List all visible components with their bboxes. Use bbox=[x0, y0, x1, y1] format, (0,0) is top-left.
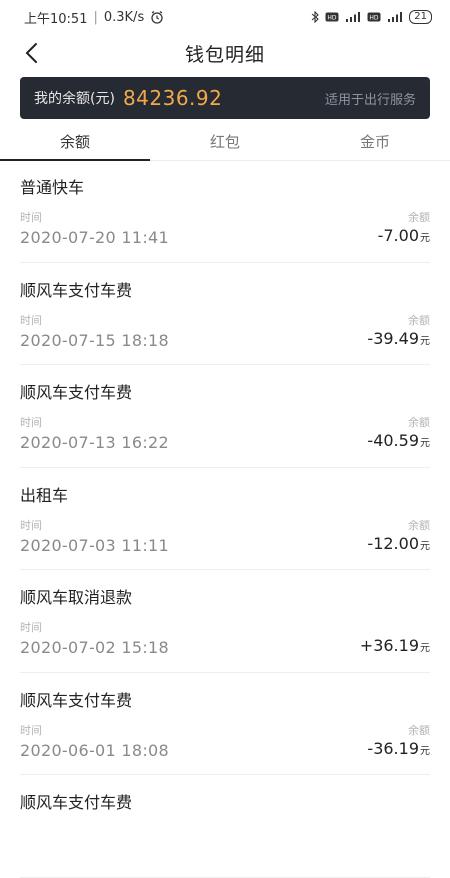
svg-text:HD: HD bbox=[370, 15, 380, 22]
time-label: 时间 bbox=[20, 416, 42, 429]
transaction-title: 顺风车支付车费 bbox=[20, 690, 133, 710]
time-label: 时间 bbox=[20, 621, 42, 634]
transaction-time: 2020-07-20 11:41 bbox=[20, 228, 169, 247]
transaction-amount: +36.19元 bbox=[359, 636, 430, 655]
transaction-row[interactable]: 顺风车支付车费 bbox=[20, 775, 430, 878]
transaction-row[interactable]: 出租车 时间 余额 2020-07-03 11:11 -12.00元 bbox=[20, 468, 430, 570]
transaction-title: 顺风车支付车费 bbox=[20, 793, 133, 812]
transaction-amount: -36.19元 bbox=[367, 738, 430, 758]
transaction-title: 出租车 bbox=[20, 485, 69, 505]
currency-unit: 元 bbox=[420, 335, 430, 347]
transaction-amount: -40.59元 bbox=[367, 431, 430, 450]
transaction-amount: -39.49元 bbox=[367, 328, 430, 348]
tab-balance[interactable]: 余额 bbox=[0, 122, 150, 161]
currency-unit: 元 bbox=[420, 745, 430, 757]
back-button[interactable] bbox=[18, 38, 44, 68]
tab-bar: 余额 红包 金币 bbox=[0, 122, 450, 161]
balance-col-label: 余额 bbox=[408, 211, 430, 224]
currency-unit: 元 bbox=[420, 643, 430, 654]
transaction-time: 2020-07-15 18:18 bbox=[20, 330, 169, 350]
status-bar: 上午10:51 | 0.3K/s HD HD 21 bbox=[0, 0, 450, 34]
bluetooth-icon bbox=[311, 11, 320, 23]
time-label: 时间 bbox=[20, 313, 42, 327]
balance-col-label: 余额 bbox=[408, 518, 430, 532]
balance-label: 我的余额(元) bbox=[34, 91, 115, 107]
nav-bar: 钱包明细 bbox=[0, 34, 450, 72]
transaction-title: 普通快车 bbox=[20, 178, 85, 197]
status-time: 上午10:51 bbox=[24, 11, 88, 27]
currency-unit: 元 bbox=[420, 233, 430, 244]
status-divider: | bbox=[93, 9, 98, 25]
balance-col-label: 余额 bbox=[408, 723, 430, 737]
transaction-title: 顺风车支付车费 bbox=[20, 280, 133, 300]
svg-text:HD: HD bbox=[328, 15, 338, 22]
tab-red-packet[interactable]: 红包 bbox=[150, 122, 300, 160]
alarm-icon bbox=[150, 10, 164, 24]
transaction-time: 2020-06-01 18:08 bbox=[20, 740, 169, 760]
currency-unit: 元 bbox=[420, 438, 430, 449]
balance-card: 我的余额(元) 84236.92 适用于出行服务 bbox=[20, 77, 430, 119]
balance-amount: 84236.92 bbox=[122, 86, 223, 110]
transaction-row[interactable]: 顺风车取消退款 时间 2020-07-02 15:18 +36.19元 bbox=[20, 570, 430, 673]
time-label: 时间 bbox=[20, 211, 42, 224]
tab-coins[interactable]: 金币 bbox=[300, 122, 450, 160]
currency-unit: 元 bbox=[420, 540, 430, 552]
hd-icon: HD bbox=[325, 12, 339, 22]
signal-icon bbox=[345, 11, 361, 23]
signal-icon bbox=[387, 11, 403, 23]
network-speed: 0.3K/s bbox=[103, 9, 145, 25]
transaction-amount: -12.00元 bbox=[367, 533, 430, 553]
transaction-title: 顺风车取消退款 bbox=[20, 588, 133, 607]
battery-level: 21 bbox=[409, 10, 432, 24]
transaction-amount: -7.00元 bbox=[377, 226, 430, 245]
transaction-row[interactable]: 顺风车支付车费 时间 余额 2020-07-13 16:22 -40.59元 bbox=[20, 365, 430, 468]
balance-note: 适用于出行服务 bbox=[324, 92, 416, 108]
transaction-row[interactable]: 顺风车支付车费 时间 余额 2020-07-15 18:18 -39.49元 bbox=[20, 263, 430, 365]
transaction-time: 2020-07-03 11:11 bbox=[20, 535, 169, 555]
transaction-row[interactable]: 普通快车 时间 余额 2020-07-20 11:41 -7.00元 bbox=[20, 160, 430, 263]
transaction-time: 2020-07-13 16:22 bbox=[20, 433, 169, 452]
transaction-row[interactable]: 顺风车支付车费 时间 余额 2020-06-01 18:08 -36.19元 bbox=[20, 673, 430, 775]
hd-icon: HD bbox=[367, 12, 381, 22]
balance-col-label: 余额 bbox=[408, 313, 430, 327]
transaction-title: 顺风车支付车费 bbox=[20, 383, 133, 402]
chevron-left-icon bbox=[25, 43, 37, 63]
balance-col-label: 余额 bbox=[408, 416, 430, 429]
time-label: 时间 bbox=[20, 723, 42, 737]
time-label: 时间 bbox=[20, 518, 42, 532]
page-title: 钱包明细 bbox=[184, 43, 265, 66]
transaction-time: 2020-07-02 15:18 bbox=[20, 638, 169, 657]
transaction-list: 普通快车 时间 余额 2020-07-20 11:41 -7.00元 顺风车支付… bbox=[0, 160, 450, 878]
